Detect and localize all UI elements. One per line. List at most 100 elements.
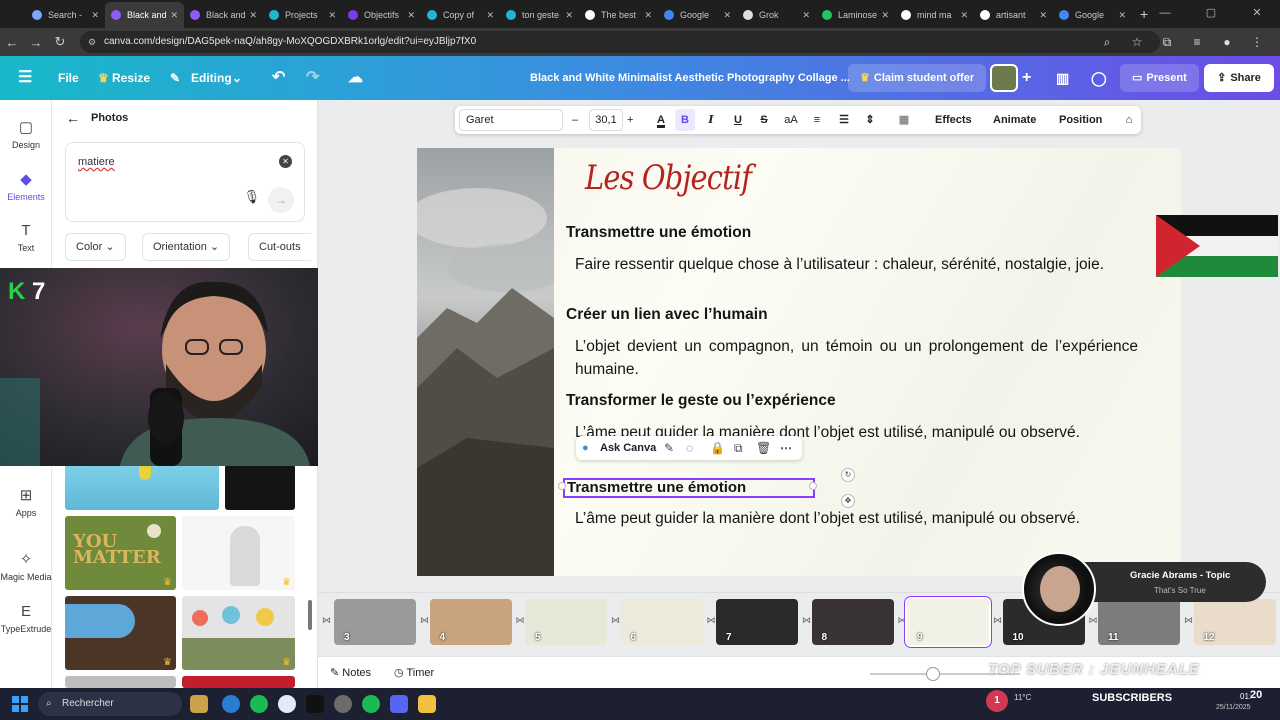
site-info-icon[interactable]: ⚙ xyxy=(88,31,96,53)
rail-design[interactable]: ▢ Design xyxy=(0,118,52,150)
browser-tab[interactable]: Black and ✕ xyxy=(105,2,184,28)
browser-tab[interactable]: Laminose ✕ xyxy=(816,2,895,28)
font-size-input[interactable]: 30,1 xyxy=(589,109,623,131)
transition-icon[interactable]: ⋈ xyxy=(707,615,716,626)
reload-icon[interactable]: ↻ xyxy=(48,34,72,50)
effects-button[interactable]: Effects xyxy=(935,106,972,134)
taskbar-search[interactable]: ⌕ Rechercher xyxy=(38,692,182,716)
notes-button[interactable]: ✎ Notes xyxy=(330,657,371,689)
microphone-icon[interactable]: 🎙 xyxy=(243,189,260,205)
color-filter[interactable]: Color ⌄ xyxy=(65,233,126,261)
present-button[interactable]: ▭ Present xyxy=(1120,64,1199,92)
redo-icon[interactable]: ↷ xyxy=(306,56,319,100)
align-left-icon[interactable]: ≡ xyxy=(807,106,827,134)
url-input[interactable]: ⚙ canva.com/design/DAG5pek-naQ/ah8gy-MoX… xyxy=(80,31,1160,53)
photo-result[interactable]: ♛ xyxy=(65,596,176,670)
browser-tab[interactable]: Grok ✕ xyxy=(737,2,816,28)
rail-magic-media[interactable]: ✧ Magic Media xyxy=(0,550,52,582)
photo-result[interactable]: YOU MATTER ♛ xyxy=(65,516,176,590)
forward-icon[interactable]: → xyxy=(24,35,48,50)
browser-tab[interactable]: Copy of ✕ xyxy=(421,2,500,28)
tab-close-icon[interactable]: ✕ xyxy=(170,10,178,21)
zoom-icon[interactable]: ⌕ xyxy=(1092,28,1122,56)
windows-start-icon[interactable] xyxy=(12,696,28,712)
browser-tab[interactable]: Google ✕ xyxy=(658,2,737,28)
page-thumbnail[interactable]: 3 xyxy=(334,599,416,645)
orientation-filter[interactable]: Orientation ⌄ xyxy=(142,233,231,261)
selected-text-box[interactable]: Transmettre une émotion xyxy=(563,478,815,498)
rail-typeextrude[interactable]: E TypeExtrude xyxy=(0,603,52,634)
back-arrow-icon[interactable]: ← xyxy=(66,110,80,126)
section-heading[interactable]: Transformer le geste ou l’expérience xyxy=(566,392,836,410)
transition-icon[interactable]: ⋈ xyxy=(611,615,620,626)
transition-icon[interactable]: ⋈ xyxy=(802,615,811,626)
rotate-handle-icon[interactable]: ↻ xyxy=(841,468,855,482)
ask-canva-button[interactable]: Ask Canva xyxy=(600,436,656,460)
section-heading[interactable]: Transmettre une émotion xyxy=(566,224,751,242)
tab-close-icon[interactable]: ✕ xyxy=(249,10,257,21)
text-color-icon[interactable]: A xyxy=(651,106,671,134)
paint-format-icon[interactable]: ⌂ xyxy=(1119,106,1139,134)
photo-search-box[interactable]: matiere ✕ 🎙 → xyxy=(65,142,305,222)
transition-icon[interactable]: ⋈ xyxy=(322,615,331,626)
editing-mode-button[interactable]: Editing xyxy=(191,56,232,100)
photo-result[interactable] xyxy=(65,676,176,688)
resize-handle[interactable] xyxy=(809,482,817,490)
back-icon[interactable]: ← xyxy=(0,35,24,50)
tab-close-icon[interactable]: ✕ xyxy=(91,10,99,21)
cloud-saved-icon[interactable]: ☁ xyxy=(348,56,363,100)
more-options-icon[interactable]: ⋯ xyxy=(780,436,792,460)
transition-icon[interactable]: ⋈ xyxy=(1089,615,1098,626)
insights-chart-icon[interactable]: ▥ xyxy=(1056,56,1069,100)
undo-icon[interactable]: ↶ xyxy=(272,56,285,100)
slide-canvas[interactable]: Les Objectif Transmettre une émotion Fai… xyxy=(417,148,1181,576)
browser-tab[interactable]: Search - ✕ xyxy=(26,2,105,28)
page-thumbnail[interactable]: 9 xyxy=(905,597,991,647)
tab-close-icon[interactable]: ✕ xyxy=(407,10,415,21)
letter-case-icon[interactable]: aA xyxy=(781,106,801,134)
panel-scrollbar[interactable] xyxy=(308,600,312,630)
photo-result[interactable] xyxy=(182,676,295,688)
zoom-slider-handle[interactable] xyxy=(926,667,940,681)
chevron-down-icon[interactable]: ⌄ xyxy=(232,56,242,100)
comment-icon[interactable]: ◌ xyxy=(686,436,693,460)
browser-tab[interactable]: Google ✕ xyxy=(1053,2,1132,28)
tab-close-icon[interactable]: ✕ xyxy=(1118,10,1126,21)
discord-icon[interactable] xyxy=(390,695,408,713)
magic-write-icon[interactable]: ✎ xyxy=(664,436,674,460)
browser-menu-icon[interactable]: ⋮ xyxy=(1242,28,1272,56)
bookmark-star-icon[interactable]: ☆ xyxy=(1122,28,1152,56)
browser-tab[interactable]: Objectifs ✕ xyxy=(342,2,421,28)
close-window-icon[interactable]: ✕ xyxy=(1234,0,1280,26)
duplicate-icon[interactable]: ⧉ xyxy=(734,436,743,460)
section-body[interactable]: L’objet devient un compagnon, un témoin … xyxy=(575,336,1138,381)
tab-close-icon[interactable]: ✕ xyxy=(1039,10,1047,21)
browser-tab[interactable]: mind ma ✕ xyxy=(895,2,974,28)
menu-icon[interactable]: ☰ xyxy=(18,56,32,100)
mountain-photo[interactable] xyxy=(417,148,554,576)
tab-close-icon[interactable]: ✕ xyxy=(328,10,336,21)
browser-tab[interactable]: ton geste ✕ xyxy=(500,2,579,28)
page-thumbnail[interactable]: 7 xyxy=(716,599,798,645)
tab-close-icon[interactable]: ✕ xyxy=(960,10,968,21)
clear-search-icon[interactable]: ✕ xyxy=(279,155,292,168)
tab-close-icon[interactable]: ✕ xyxy=(881,10,889,21)
rail-elements[interactable]: ◆ Elements xyxy=(0,170,52,202)
claim-student-offer-button[interactable]: ♛ Claim student offer xyxy=(848,64,987,92)
add-collaborator-icon[interactable]: + xyxy=(1022,56,1031,100)
widget-icon[interactable] xyxy=(190,695,208,713)
browser-tab[interactable]: Black and ✕ xyxy=(184,2,263,28)
profile-avatar[interactable]: ● xyxy=(1212,28,1242,56)
tab-search-icon[interactable]: ≡ xyxy=(1182,28,1212,56)
slide-title[interactable]: Les Objectif xyxy=(585,158,752,198)
spotify-icon-2[interactable] xyxy=(362,695,380,713)
file-menu-button[interactable]: File xyxy=(58,56,79,100)
strikethrough-icon[interactable]: S xyxy=(754,106,774,134)
transition-icon[interactable]: ⋈ xyxy=(993,615,1002,626)
tiktok-icon[interactable] xyxy=(306,695,324,713)
resize-handle[interactable] xyxy=(558,482,566,490)
photo-result[interactable]: ♛ xyxy=(182,596,295,670)
document-title[interactable]: Black and White Minimalist Aesthetic Pho… xyxy=(530,56,850,100)
search-input[interactable]: matiere xyxy=(78,156,115,168)
page-thumbnail[interactable]: 5 xyxy=(525,599,607,645)
